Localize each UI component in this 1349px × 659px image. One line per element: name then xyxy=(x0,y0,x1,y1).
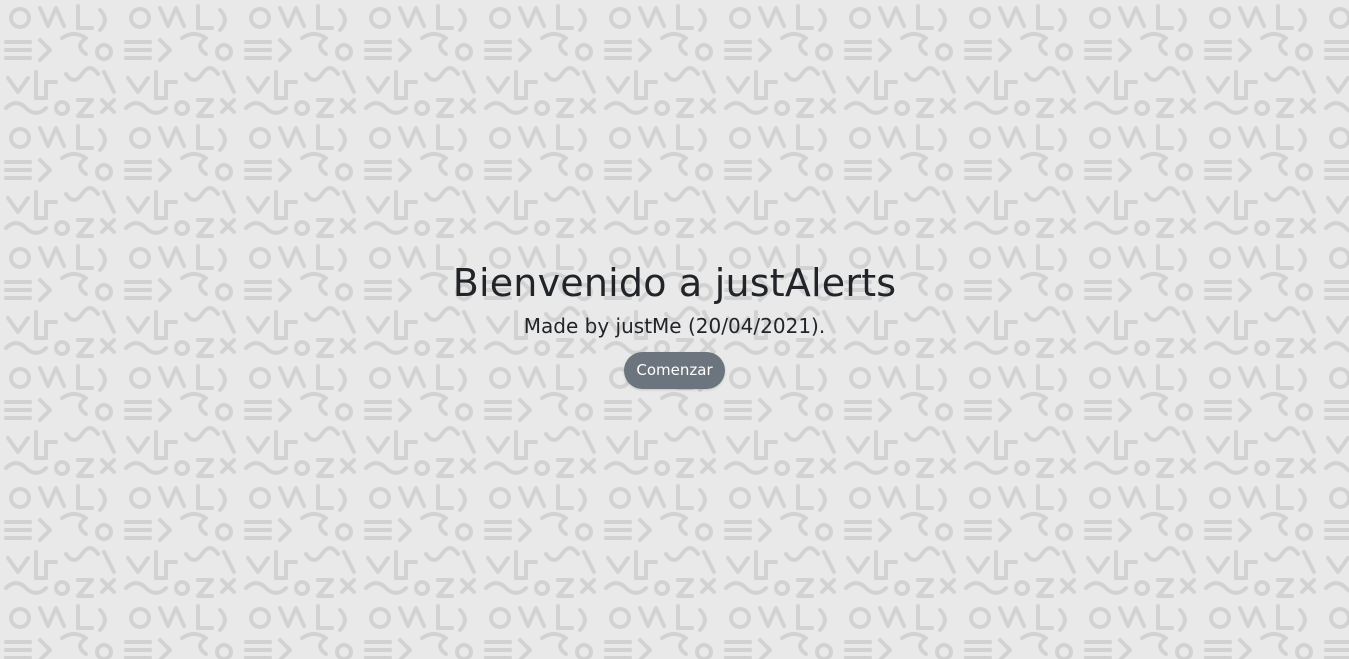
welcome-title: Bienvenido a justAlerts xyxy=(452,261,897,305)
author-subtitle: Made by justMe (20/04/2021). xyxy=(523,314,826,338)
start-button[interactable]: Comenzar xyxy=(624,352,725,389)
welcome-hero: Bienvenido a justAlerts Made by justMe (… xyxy=(0,258,1349,389)
